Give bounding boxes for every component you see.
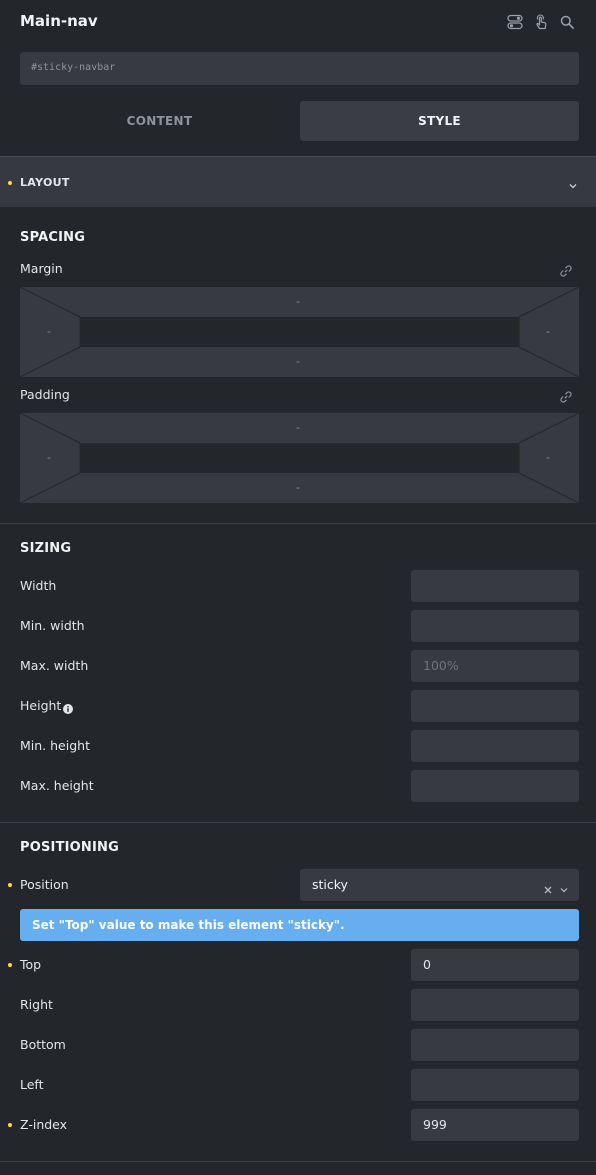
tab-content[interactable]: CONTENT (20, 101, 299, 141)
section-divider (0, 822, 596, 823)
margin-bottom-value[interactable]: - (296, 355, 300, 368)
min-width-label: Min. width (20, 618, 85, 633)
max-width-input[interactable]: 100% (411, 650, 579, 682)
padding-label: Padding (20, 387, 70, 402)
chevron-down-icon (559, 880, 569, 899)
padding-top-value[interactable]: - (296, 421, 300, 434)
info-icon[interactable] (63, 699, 73, 718)
clear-icon[interactable] (543, 880, 553, 899)
modified-dot (8, 883, 12, 887)
layout-accordion[interactable]: LAYOUT (0, 156, 596, 207)
min-height-input[interactable] (411, 730, 579, 762)
max-height-input[interactable] (411, 770, 579, 802)
padding-bottom-value[interactable]: - (296, 481, 300, 494)
padding-left-value[interactable]: - (47, 451, 51, 464)
right-label: Right (20, 997, 53, 1012)
margin-right-value[interactable]: - (546, 325, 550, 338)
layout-label: LAYOUT (20, 176, 70, 189)
height-input[interactable] (411, 690, 579, 722)
panel-title: Main-nav (20, 12, 98, 30)
positioning-title: POSITIONING (20, 840, 120, 855)
min-height-label: Min. height (20, 738, 90, 753)
max-width-label: Max. width (20, 658, 89, 673)
margin-label: Margin (20, 261, 63, 276)
width-label: Width (20, 578, 57, 593)
link-icon[interactable] (559, 263, 573, 282)
left-label: Left (20, 1077, 44, 1092)
left-input[interactable] (411, 1069, 579, 1101)
sticky-alert: Set "Top" value to make this element "st… (20, 909, 579, 941)
touch-icon[interactable] (531, 12, 551, 32)
chevron-down-icon (568, 176, 578, 195)
sizing-title: SIZING (20, 541, 72, 556)
modified-dot (8, 181, 12, 185)
margin-left-value[interactable]: - (47, 325, 51, 338)
section-divider (0, 1161, 596, 1162)
search-icon[interactable] (557, 12, 577, 32)
toggle-icon[interactable] (505, 12, 525, 32)
position-select[interactable]: sticky (300, 869, 579, 901)
height-label: Height (20, 698, 62, 713)
max-height-label: Max. height (20, 778, 94, 793)
padding-editor: - - - - (20, 413, 579, 503)
modified-dot (8, 963, 12, 967)
margin-top-value[interactable]: - (296, 295, 300, 308)
link-icon[interactable] (559, 389, 573, 408)
modified-dot (8, 1123, 12, 1127)
width-input[interactable] (411, 570, 579, 602)
spacing-title: SPACING (20, 230, 86, 245)
z-index-input[interactable]: 999 (411, 1109, 579, 1141)
right-input[interactable] (411, 989, 579, 1021)
position-select-value: sticky (312, 877, 348, 892)
min-width-input[interactable] (411, 610, 579, 642)
position-label: Position (20, 877, 69, 892)
bottom-label: Bottom (20, 1037, 66, 1052)
css-id-field[interactable]: #sticky-navbar (20, 52, 579, 85)
top-input[interactable]: 0 (411, 949, 579, 981)
top-label: Top (20, 957, 42, 972)
padding-right-value[interactable]: - (546, 451, 550, 464)
margin-editor: - - - - (20, 287, 579, 377)
bottom-input[interactable] (411, 1029, 579, 1061)
tab-style[interactable]: STYLE (300, 101, 579, 141)
section-divider (0, 523, 596, 524)
z-index-label: Z-index (20, 1117, 68, 1132)
